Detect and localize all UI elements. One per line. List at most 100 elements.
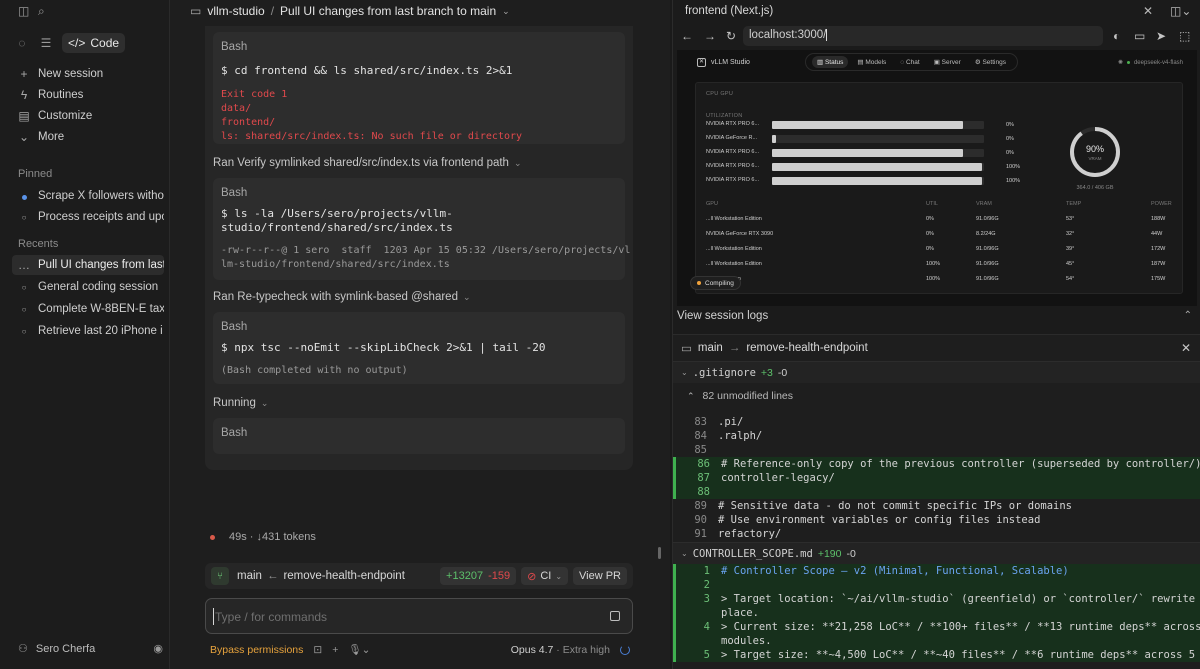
recent-session-active[interactable]: … Pull UI changes from last — [12, 255, 164, 275]
diff-line: 90 # Use environment variables or config … — [673, 513, 1200, 527]
view-session-logs-button[interactable]: View session logs — [677, 310, 768, 322]
nav-tab-chat[interactable]: ◌ Chat — [895, 57, 924, 68]
new-session-button[interactable]: + New session — [12, 64, 164, 84]
search-icon[interactable]: ⌕ — [38, 4, 45, 19]
line-number: 85 — [694, 444, 707, 456]
step-label: Ran Re-typecheck with symlink-based @sha… — [213, 291, 458, 303]
user-menu[interactable]: ⚇ Sero Cherfa ◉ — [18, 642, 163, 656]
gpu-table-cell: ...ll Workstation Edition — [706, 261, 762, 267]
file-name: CONTROLLER_SCOPE.md — [692, 547, 813, 560]
line-text: modules. — [721, 635, 772, 647]
url-bar[interactable]: localhost:3000/ — [743, 26, 1103, 46]
reload-icon[interactable]: ↻ — [726, 29, 736, 43]
line-number: 84 — [694, 430, 707, 442]
nav-tab-models[interactable]: ▤ Models — [852, 56, 891, 68]
permission-mode-button[interactable]: Bypass permissions — [210, 644, 303, 656]
routines-link[interactable]: ϟ Routines — [12, 85, 164, 105]
view-pr-button[interactable]: View PR — [573, 567, 627, 585]
additions-count: +13207 — [446, 570, 484, 582]
close-icon[interactable]: ✕ — [1181, 341, 1191, 355]
pinned-session[interactable]: Scrape X followers witho — [12, 186, 164, 206]
bash-label: Bash — [221, 187, 248, 199]
bash-output: -rw-r--r--@ 1 sero staff 1203 Apr 15 05:… — [221, 245, 631, 270]
nav-tab-server[interactable]: ▣ Server — [929, 56, 966, 68]
gpu-table-cell: 91.0/96G — [976, 246, 999, 252]
ci-label: CI — [540, 570, 552, 582]
app-nav: ▥ Status ▤ Models ◌ Chat ▣ Server ⚙ Sett… — [805, 53, 1018, 71]
back-icon[interactable]: ← — [681, 29, 693, 43]
step-row[interactable]: Running ⌄ — [213, 397, 268, 409]
session-dot-icon: ○ — [21, 304, 27, 314]
forward-icon[interactable]: → — [704, 29, 716, 43]
expand-unmodified-button[interactable]: ⌃ 82 unmodified lines — [687, 390, 793, 402]
gpu-table-cell: ...ll Workstation Edition — [706, 246, 762, 252]
gpu-util-bar: NVIDIA RTX PRO 6... 0% — [706, 149, 1016, 157]
code-mode-button[interactable]: </> Code — [62, 33, 126, 53]
step-row[interactable]: Ran Re-typecheck with symlink-based @sha… — [213, 291, 471, 303]
sidebar-toolbar: ◫ ⌕ — [0, 0, 170, 24]
recent-session[interactable]: ○ General coding session — [12, 277, 164, 297]
bash-error-line: Exit code 1 — [221, 89, 288, 100]
model-badge[interactable]: ✺ deepseek-v4-flash — [1117, 59, 1183, 67]
step-label: Ran Verify symlinked shared/src/index.ts… — [213, 157, 509, 169]
pinned-session[interactable]: ○ Process receipts and upo — [12, 207, 164, 227]
chevron-down-icon: ⌄ — [513, 157, 522, 168]
recent-session[interactable]: ○ Complete W-8BEN-E tax — [12, 299, 164, 319]
model-name: Opus 4.7 — [510, 643, 554, 656]
file-header-gitignore[interactable]: ⌄ .gitignore +3 -0 — [673, 361, 1200, 383]
nav-tab-status[interactable]: ▥ Status — [812, 56, 849, 68]
gpu-name: NVIDIA RTX PRO 6... — [706, 163, 760, 169]
diff-stats[interactable]: +13207 -159 — [440, 567, 517, 585]
diff-line: modules. — [673, 634, 1200, 648]
gpu-table-cell: ...ll Workstation Edition — [706, 216, 762, 222]
recent-session[interactable]: ○ Retrieve last 20 iPhone i — [12, 321, 164, 341]
scrollbar[interactable] — [658, 547, 661, 559]
diff-line: 2 — [673, 578, 1200, 592]
session-title[interactable]: Pull UI changes from last branch to main — [280, 4, 496, 18]
prompt-input[interactable]: Type / for commands — [205, 598, 633, 634]
code-mode-label: Code — [90, 36, 120, 50]
more-link[interactable]: ⌄ More — [12, 127, 164, 147]
ci-status-button[interactable]: ⊘ CI ⌄ — [521, 567, 569, 585]
nav-label: Customize — [38, 110, 93, 122]
panel-layout-icon[interactable]: ◫⌄ — [1170, 4, 1191, 18]
file-header-controller-scope[interactable]: ⌄ CONTROLLER_SCOPE.md +190 -0 — [673, 542, 1200, 564]
plus-icon[interactable]: + — [332, 644, 338, 656]
dark-mode-icon[interactable]: ◐ — [1113, 29, 1120, 43]
branch-bar: ⑂ main ← remove-health-endpoint +13207 -… — [205, 563, 633, 589]
app-preview[interactable]: ✕ vLLM Studio ▥ Status ▤ Models ◌ Chat ▣… — [677, 50, 1197, 306]
nav-tab-settings[interactable]: ⚙ Settings — [970, 56, 1011, 68]
gpu-table-cell: 54° — [1066, 276, 1075, 282]
loading-spinner-icon — [620, 644, 630, 655]
eye-icon[interactable]: ◉ — [153, 642, 163, 655]
select-element-icon[interactable]: ➤ — [1156, 29, 1166, 43]
microphone-icon[interactable]: 🎙︎⌄ — [348, 643, 370, 656]
project-name[interactable]: vllm-studio — [207, 4, 264, 18]
file-additions: +3 — [760, 366, 773, 379]
gpu-table-cell: 187W — [1151, 261, 1166, 267]
diff-line: 86 # Reference-only copy of the previous … — [673, 457, 1200, 471]
chevron-up-icon[interactable]: ⌃ — [1184, 310, 1192, 321]
devtools-icon[interactable]: ⬚ — [1179, 29, 1190, 43]
diff-line: 88 — [673, 485, 1200, 499]
util-track — [772, 121, 984, 129]
customize-link[interactable]: ▤ Customize — [12, 106, 164, 126]
bash-error-line: frontend/ — [221, 117, 276, 128]
close-icon[interactable]: ✕ — [1143, 4, 1153, 18]
session-label: Process receipts and upo — [38, 211, 164, 223]
theme-icon: ✺ — [1117, 60, 1123, 66]
mode-toggle-icon[interactable]: ⊡ — [313, 644, 322, 656]
chevron-down-icon[interactable]: ⌄ — [502, 6, 510, 17]
mode-switcher: ◌ ☰ </> Code — [14, 33, 126, 53]
sidebar: ◫ ⌕ ◌ ☰ </> Code + New session ϟ Routine… — [0, 0, 170, 669]
tasks-mode-icon[interactable]: ☰ — [38, 36, 54, 50]
model-selector[interactable]: Opus 4.7 · Extra high — [511, 644, 610, 656]
step-row[interactable]: Ran Verify symlinked shared/src/index.ts… — [213, 157, 522, 169]
diff-line: 3 > Target location: `~/ai/vllm-studio` (… — [673, 592, 1200, 606]
sidebar-toggle-icon[interactable]: ◫ — [18, 4, 29, 18]
online-dot-icon — [1126, 61, 1130, 64]
device-icon[interactable]: ▭ — [1134, 29, 1145, 43]
gpu-table-cell: 91.0/96G — [976, 276, 999, 282]
stop-icon[interactable] — [610, 611, 620, 621]
chat-mode-icon[interactable]: ◌ — [14, 36, 30, 50]
